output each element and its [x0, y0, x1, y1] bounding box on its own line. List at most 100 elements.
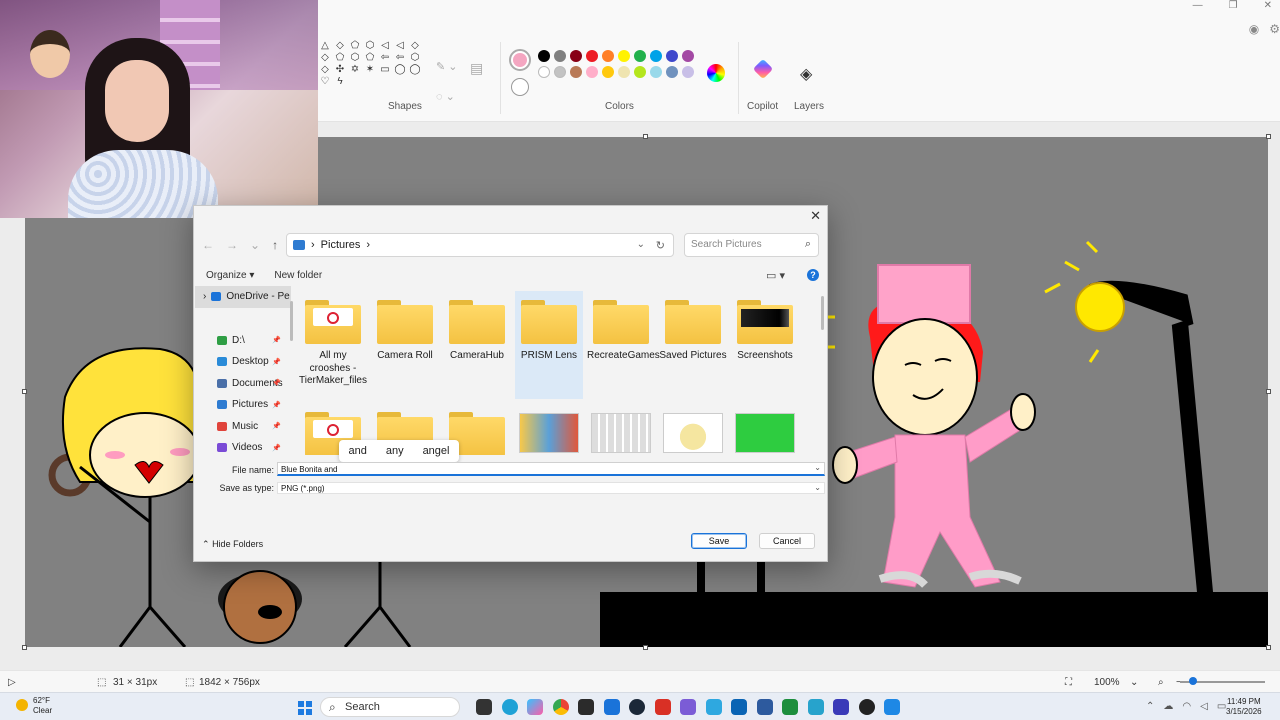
file-item[interactable] [515, 403, 583, 455]
copilot-app-icon[interactable] [527, 699, 543, 715]
search-pictures-input[interactable]: Search Pictures ⌕ [684, 233, 819, 257]
dialog-close-icon[interactable]: ✕ [810, 208, 821, 224]
palette-swatch[interactable] [586, 66, 598, 78]
palette-swatch[interactable] [618, 66, 630, 78]
palette-swatch[interactable] [650, 66, 662, 78]
resize-handle[interactable] [643, 134, 648, 139]
photoshop-icon[interactable] [884, 699, 900, 715]
palette-swatch[interactable] [554, 50, 566, 62]
rainbow-picker-icon[interactable] [707, 64, 725, 82]
shape-gallery-icon[interactable]: ▤ [470, 60, 483, 77]
zoom-slider-thumb[interactable] [1189, 677, 1197, 685]
folder-item[interactable]: CameraHub [443, 291, 511, 399]
save-button[interactable]: Save [691, 533, 747, 549]
battery-icon[interactable]: ▭ [1217, 701, 1226, 712]
suggestion-item[interactable]: and [348, 445, 366, 457]
close-window-icon[interactable]: ✕ [1264, 0, 1272, 14]
cancel-button[interactable]: Cancel [759, 533, 815, 549]
secondary-color-swatch[interactable] [511, 78, 529, 96]
files-scrollbar[interactable] [821, 296, 824, 330]
affinity-icon[interactable] [603, 699, 620, 715]
edge-icon[interactable] [501, 699, 518, 715]
new-folder-button[interactable]: New folder [274, 270, 322, 281]
resize-handle[interactable] [1266, 134, 1271, 139]
folder-item[interactable]: Saved Pictures [659, 291, 727, 399]
xbox-icon[interactable] [782, 699, 798, 715]
palette-swatch[interactable] [682, 50, 694, 62]
nav-item[interactable]: Documents 📌 [195, 373, 291, 395]
epic-games-icon[interactable] [578, 699, 594, 715]
palette-swatch[interactable] [634, 66, 646, 78]
taskbar-search[interactable]: ⌕ Search [320, 697, 460, 717]
paint-icon[interactable] [807, 699, 824, 715]
refresh-icon[interactable]: ↻ [656, 239, 665, 252]
palette-swatch[interactable] [586, 50, 598, 62]
help-icon[interactable]: ? [807, 269, 819, 281]
hide-folders-button[interactable]: ⌃ Hide Folders [202, 539, 263, 550]
file-item[interactable] [731, 403, 799, 455]
nav-scrollbar[interactable] [290, 301, 293, 341]
folder-item[interactable]: Screenshots [731, 291, 799, 399]
folder-item[interactable]: Camera Roll [371, 291, 439, 399]
zoom-dropdown-icon[interactable]: ⌄ [1130, 677, 1138, 688]
palette-swatch[interactable] [666, 50, 678, 62]
palette-swatch[interactable] [570, 50, 582, 62]
fit-to-window-icon[interactable]: ⛶ [1065, 677, 1072, 688]
path-history-chevron-icon[interactable]: ⌄ [637, 239, 645, 250]
palette-swatch[interactable] [602, 66, 614, 78]
record-icon[interactable]: ◉ [1249, 22, 1259, 36]
file-item[interactable] [659, 403, 727, 455]
minimize-icon[interactable]: — [1193, 0, 1203, 14]
nav-item[interactable]: Desktop 📌 [195, 351, 291, 373]
wifi-icon[interactable]: ◠ [1182, 701, 1191, 712]
nav-item[interactable]: Videos 📌 [195, 437, 291, 459]
onedrive-icon[interactable]: ☁ [1163, 701, 1173, 712]
chrome-icon[interactable] [552, 699, 569, 715]
resize-handle[interactable] [643, 645, 648, 650]
current-color-swatch[interactable] [509, 49, 531, 71]
resize-handle[interactable] [22, 389, 27, 394]
up-arrow-icon[interactable]: ↑ [272, 238, 278, 252]
vpn-icon[interactable] [705, 699, 722, 715]
palette-swatch[interactable] [618, 50, 630, 62]
settings-gear-icon[interactable]: ⚙ [1269, 22, 1280, 36]
recent-chevron-icon[interactable]: ⌄ [250, 238, 260, 252]
obs-icon[interactable] [858, 699, 875, 715]
view-options-icon[interactable]: ▭ ▾ [766, 269, 785, 282]
teams-icon[interactable] [680, 699, 696, 715]
save-type-dropdown-icon[interactable]: ⌄ [814, 483, 821, 492]
tray-chevron-icon[interactable]: ⌃ [1146, 701, 1154, 712]
expand-chevron-icon[interactable]: › [203, 291, 206, 302]
shapes-icon[interactable]: △ ◇ ⬠ ⬡ ◁ ◁ ◇ ◇ ⬠ ⬡ ⬠ ⇦ ⇦ ⬡ ◇ ✣ ✡ ✶ ▭ ◯ ◯ ♡ ϟ [318, 40, 422, 87]
folder-item[interactable]: PRISM Lens [515, 291, 583, 399]
palette-swatch[interactable] [650, 50, 662, 62]
palette-swatch[interactable] [538, 66, 550, 78]
resize-handle[interactable] [22, 645, 27, 650]
nav-item[interactable]: › OneDrive - Pe [195, 286, 291, 308]
forward-arrow-icon[interactable]: → [226, 238, 238, 252]
file-name-input[interactable]: Blue Bonita and ⌄ [277, 462, 825, 476]
clock[interactable]: 11:49 PM 3/15/2026 [1226, 697, 1262, 717]
zoom-out-icon[interactable]: ⌕ [1158, 677, 1164, 688]
word-app-icon[interactable] [833, 699, 849, 715]
folder-item[interactable]: All my crooshes - TierMaker_files [299, 291, 367, 399]
address-bar[interactable]: › Pictures › ⌄ ↻ [286, 233, 674, 257]
folder-item[interactable]: RecreateGames [587, 291, 660, 399]
start-button-icon[interactable] [298, 701, 312, 715]
copilot-icon[interactable] [752, 58, 774, 80]
photos-icon[interactable] [756, 699, 773, 715]
restore-icon[interactable]: ❐ [1229, 0, 1238, 14]
nav-item[interactable]: Music 📌 [195, 416, 291, 438]
palette-swatch[interactable] [666, 66, 678, 78]
palette-swatch[interactable] [634, 50, 646, 62]
palette-swatch[interactable] [682, 66, 694, 78]
save-type-select[interactable]: PNG (*.png) ⌄ [277, 482, 825, 494]
shape-outline-fill-icon[interactable]: ✎ ⌄ ◌ ⌄ [436, 52, 458, 112]
task-view-icon[interactable] [476, 699, 492, 715]
back-arrow-icon[interactable]: ← [202, 238, 214, 252]
resize-handle[interactable] [1266, 389, 1271, 394]
nav-item[interactable]: D:\ 📌 [195, 330, 291, 352]
resize-handle[interactable] [1266, 645, 1271, 650]
steam-icon[interactable] [629, 699, 645, 715]
organize-button[interactable]: Organize ▾ [206, 270, 254, 281]
